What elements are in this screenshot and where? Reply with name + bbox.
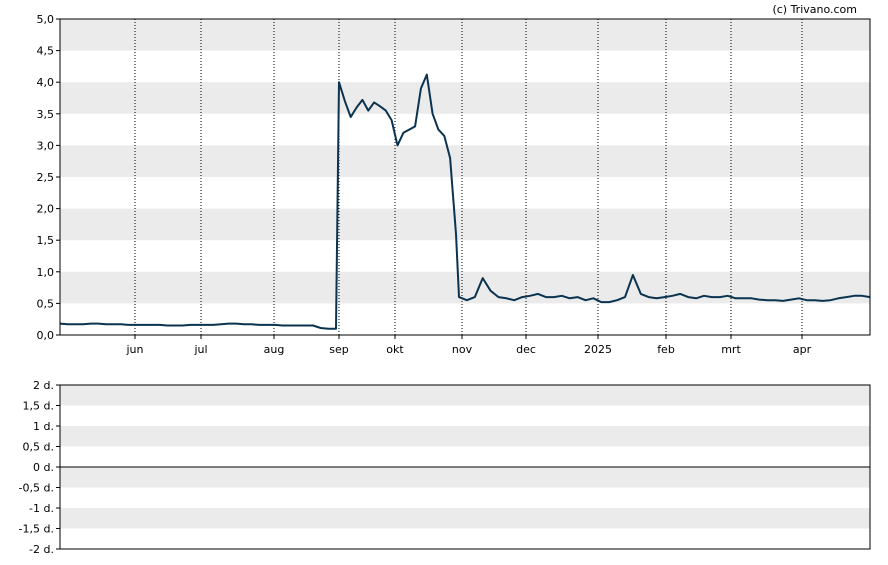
y-tick-label: 3,0 (37, 139, 55, 152)
band (60, 19, 870, 51)
band (60, 467, 870, 488)
y-tick-label: -0,5 d. (19, 482, 54, 495)
x-tick-label: dec (516, 343, 536, 356)
bottom-panel-y-axis: 2 d. 1,5 d. 1 d. 0,5 d. 0 d. -0,5 d. -1 d. -1,5… (19, 379, 60, 556)
chart-canvas: 0,0 0,5 1,0 1,5 2,0 2,5 3,0 3,5 4,0 4,5 5,0 jun jul… (19, 3, 871, 556)
band (60, 145, 870, 177)
bottom-panel-bands (60, 385, 870, 529)
top-panel-y-axis: 0,0 0,5 1,0 1,5 2,0 2,5 3,0 3,5 4,0 4,5 5,0 (37, 13, 60, 342)
x-tick-label: mrt (721, 343, 741, 356)
y-tick-label: 3,5 (37, 108, 55, 121)
top-panel-bands (60, 19, 870, 304)
x-tick-label: aug (264, 343, 285, 356)
y-tick-label: 1,5 (37, 234, 55, 247)
x-tick-label: 2025 (584, 343, 612, 356)
x-tick-label: sep (329, 343, 348, 356)
y-tick-label: -1 d. (29, 502, 54, 515)
y-tick-label: 1,0 (37, 266, 55, 279)
band (60, 426, 870, 447)
x-tick-label: nov (452, 343, 473, 356)
y-tick-label: 2,0 (37, 203, 55, 216)
y-tick-label: 0,5 d. (23, 441, 54, 454)
band (60, 82, 870, 114)
band (60, 208, 870, 241)
x-tick-label: apr (793, 343, 812, 356)
y-tick-label: 2,5 (37, 171, 55, 184)
y-tick-label: 0,5 (37, 297, 55, 310)
y-tick-label: 4,0 (37, 76, 55, 89)
y-tick-label: -2 d. (29, 543, 54, 556)
top-panel-x-axis: jun jul aug sep okt nov dec 2025 feb mrt apr (126, 335, 812, 356)
y-tick-label: 0 d. (33, 461, 54, 474)
y-tick-label: -1,5 d. (19, 523, 54, 536)
y-tick-label: 1 d. (33, 420, 54, 433)
y-tick-label: 5,0 (37, 13, 55, 26)
y-tick-label: 1,5 d. (23, 400, 54, 413)
x-tick-label: feb (657, 343, 675, 356)
x-tick-label: jun (126, 343, 144, 356)
x-tick-label: okt (386, 343, 404, 356)
y-tick-label: 0,0 (37, 329, 55, 342)
y-tick-label: 2 d. (33, 379, 54, 392)
band (60, 508, 870, 529)
y-tick-label: 4,5 (37, 45, 55, 58)
copyright-label: (c) Trivano.com (772, 3, 857, 16)
x-tick-label: jul (193, 343, 207, 356)
band (60, 385, 870, 406)
